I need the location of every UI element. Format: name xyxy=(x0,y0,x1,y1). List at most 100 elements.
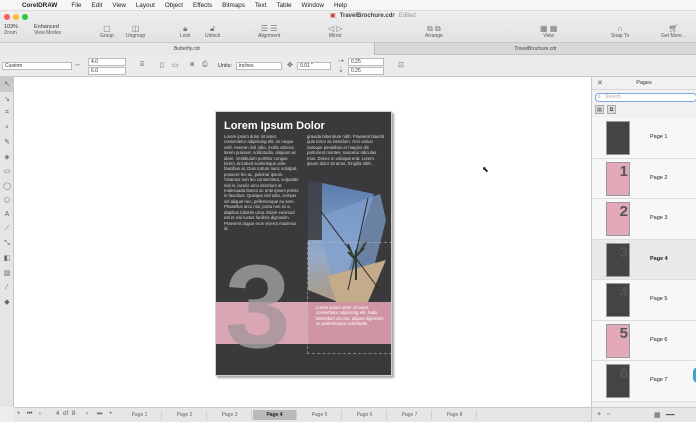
add-page-after-button[interactable]: + xyxy=(109,411,113,417)
page-thumbnail[interactable]: 4 xyxy=(606,283,630,317)
rectangle-tool-icon[interactable]: ▭ xyxy=(0,164,14,179)
pages-search-input[interactable]: ⌕ Search xyxy=(595,93,696,102)
menu-view[interactable]: View xyxy=(112,2,126,9)
menu-app[interactable]: CorelDRAW xyxy=(22,2,57,9)
alignment-button[interactable]: ☰ ☰ Alignment xyxy=(258,24,280,39)
pages-panel-title: Pages xyxy=(636,80,652,86)
current-page-icon[interactable]: ⎙ xyxy=(202,61,208,69)
zoom-window-button[interactable] xyxy=(22,14,28,20)
layout-style-icon[interactable]: ⌸ xyxy=(140,61,144,69)
body-text-column-1[interactable]: Lorem ipsum dolor sit amet, consectetur … xyxy=(224,134,300,252)
page-list-item[interactable]: Page 1 xyxy=(592,118,696,159)
mirror-button[interactable]: ◁ ▷ Mirror xyxy=(328,24,343,39)
doc-tab-butterfly[interactable]: Butterfly.cdr xyxy=(0,43,375,55)
next-page-button[interactable]: › xyxy=(86,411,88,417)
portrait-icon[interactable]: ▯ xyxy=(160,61,164,69)
page-tab-4[interactable]: Page 4 xyxy=(253,410,297,420)
ungroup-button[interactable]: ◫ Ungroup xyxy=(126,24,145,39)
all-pages-icon[interactable]: ⧈ xyxy=(190,61,194,69)
menu-bitmaps[interactable]: Bitmaps xyxy=(222,2,245,9)
menu-table[interactable]: Table xyxy=(276,2,291,9)
group-button[interactable]: ▢ Group xyxy=(100,24,114,39)
doc-tab-travelbrochure[interactable]: TravelBrochure.cdr xyxy=(375,43,696,55)
transparency-tool-icon[interactable]: ▨ xyxy=(0,266,14,281)
crop-tool-icon[interactable]: ⌗ xyxy=(0,106,14,121)
menu-help[interactable]: Help xyxy=(334,2,347,9)
thumbnail-view-icon[interactable]: ▤ xyxy=(595,105,604,114)
panel-zoom-slider[interactable]: ━━ xyxy=(666,411,674,419)
menu-edit[interactable]: Edit xyxy=(92,2,103,9)
list-view-icon[interactable]: ⧉ xyxy=(607,105,616,114)
menu-effects[interactable]: Effects xyxy=(193,2,212,9)
page-thumbnail[interactable]: 2 xyxy=(606,202,630,236)
ellipse-tool-icon[interactable]: ◯ xyxy=(0,179,14,194)
eyedropper-tool-icon[interactable]: ⁄ xyxy=(0,280,14,295)
unlock-button[interactable]: 🔓︎ Unlock xyxy=(205,24,220,39)
arrange-button[interactable]: ⧉ ⧉ Arrange xyxy=(425,24,443,39)
menu-layout[interactable]: Layout xyxy=(136,2,155,9)
menu-window[interactable]: Window xyxy=(302,2,324,9)
connector-tool-icon[interactable]: ⤡ xyxy=(0,237,14,252)
menu-object[interactable]: Object xyxy=(165,2,183,9)
page-tab-8[interactable]: Page 8 xyxy=(433,410,477,420)
duplicate-x-field[interactable]: 0.25 xyxy=(348,58,384,66)
page-list-item[interactable]: 4 Page 5 xyxy=(592,280,696,321)
close-window-button[interactable] xyxy=(4,14,10,20)
page-tab-5[interactable]: Page 5 xyxy=(298,410,342,420)
panel-grid-icon[interactable]: ▦ xyxy=(654,411,661,419)
get-more-button[interactable]: 🛒︎ Get More... xyxy=(661,24,686,39)
minimize-window-button[interactable] xyxy=(13,14,19,20)
lock-button[interactable]: 🔒︎ Lock xyxy=(180,24,191,39)
page-tab-2[interactable]: Page 2 xyxy=(163,410,207,420)
page-list-item[interactable]: 5 Page 6 xyxy=(592,320,696,361)
text-tool-icon[interactable]: A xyxy=(0,208,14,223)
page-thumbnail[interactable]: 3 xyxy=(606,242,630,277)
landscape-icon[interactable]: ▭ xyxy=(172,61,179,69)
page-tab-6[interactable]: Page 6 xyxy=(343,410,387,420)
page-thumbnail[interactable]: 1 xyxy=(606,161,630,196)
current-page-number[interactable]: 4 xyxy=(56,411,59,417)
add-page-icon[interactable]: + xyxy=(597,411,601,418)
view-modes-control[interactable]: Enhanced View Modes xyxy=(34,24,61,36)
close-panel-icon[interactable]: ✕ xyxy=(597,79,603,87)
polygon-tool-icon[interactable]: ⬠ xyxy=(0,193,14,208)
last-page-button[interactable]: ⏭ xyxy=(97,411,102,418)
freehand-tool-icon[interactable]: ✎ xyxy=(0,135,14,150)
dimension-tool-icon[interactable]: ⟋ xyxy=(0,222,14,237)
nudge-distance-field[interactable]: 0.01 " xyxy=(297,62,331,70)
first-page-button[interactable]: ⏮ xyxy=(27,411,32,418)
pick-tool-icon[interactable]: ↖ xyxy=(0,77,14,92)
page-thumbnail[interactable]: 5 xyxy=(606,323,630,358)
page-thumbnail[interactable]: 6 xyxy=(606,364,630,398)
page-width-field[interactable]: 4.0 xyxy=(88,58,126,66)
zoom-tool-icon[interactable]: ⌕ xyxy=(0,121,14,136)
shadow-tool-icon[interactable]: ◧ xyxy=(0,251,14,266)
add-page-before-button[interactable]: + xyxy=(17,411,21,417)
page-list-item[interactable]: 1 Page 2 xyxy=(592,158,696,199)
smart-fill-tool-icon[interactable]: ◈ xyxy=(0,150,14,165)
bleed-icon[interactable]: ⊡ xyxy=(398,61,404,69)
snap-to-button[interactable]: ∩ Snap To xyxy=(611,24,629,39)
zoom-control[interactable]: 103% Zoom xyxy=(4,24,18,36)
fill-tool-icon[interactable]: ◆ xyxy=(0,295,14,310)
prev-page-button[interactable]: ‹ xyxy=(39,411,41,417)
units-select[interactable]: inches xyxy=(236,62,282,70)
page-list-item[interactable]: 6 Page 7 xyxy=(592,361,696,402)
page-thumbnail[interactable] xyxy=(606,121,630,155)
page-list-item[interactable]: 2 Page 3 xyxy=(592,199,696,240)
drawing-canvas[interactable]: Lorem Ipsum Dolor Lorem ipsum dolor sit … xyxy=(14,77,591,407)
menu-file[interactable]: File xyxy=(71,2,81,9)
page-tab-3[interactable]: Page 3 xyxy=(208,410,252,420)
page-preset-select[interactable]: Custom xyxy=(2,62,72,70)
body-text-column-2[interactable]: gravida bibendum nibh. Praesent blandit … xyxy=(307,134,385,174)
page-tab-1[interactable]: Page 1 xyxy=(118,410,162,420)
document-page[interactable]: Lorem Ipsum Dolor Lorem ipsum dolor sit … xyxy=(215,111,392,376)
page-list-item[interactable]: 3 Page 4 xyxy=(592,239,696,280)
page-height-field[interactable]: 6.0 xyxy=(88,67,126,75)
shape-tool-icon[interactable]: ↘ xyxy=(0,92,14,107)
delete-page-icon[interactable]: ▫ xyxy=(607,411,609,418)
page-tab-7[interactable]: Page 7 xyxy=(388,410,432,420)
view-button[interactable]: ▦ ▦ View xyxy=(540,24,557,39)
duplicate-y-field[interactable]: 0.25 xyxy=(348,67,384,75)
menu-text[interactable]: Text xyxy=(255,2,267,9)
